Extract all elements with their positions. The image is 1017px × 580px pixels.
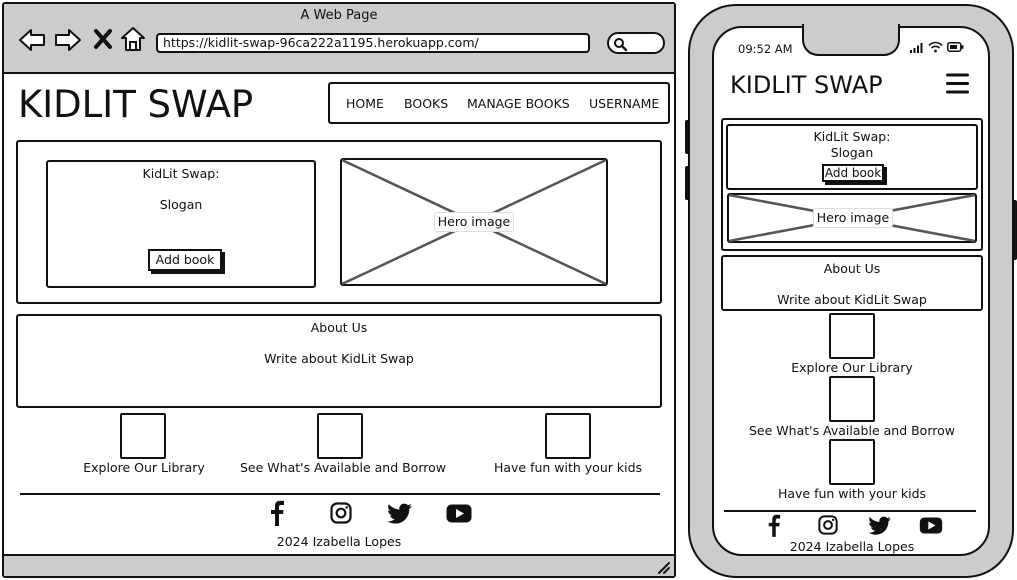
url-text: https://kidlit-swap-96ca222a1195.herokua…: [163, 35, 479, 50]
hero-image-placeholder: Hero image: [340, 158, 608, 286]
feature-icon-placeholder: [829, 439, 875, 485]
browser-status-bar: [4, 554, 674, 576]
facebook-icon[interactable]: [269, 500, 285, 526]
mobile-hero-text-box: KidLit Swap: Slogan Add book: [726, 124, 978, 190]
resize-handle-icon[interactable]: [656, 560, 670, 574]
phone-clock: 09:52 AM: [738, 42, 793, 56]
wifi-icon: [928, 41, 943, 53]
mobile-add-book-button[interactable]: Add book: [822, 164, 884, 182]
battery-icon: [947, 42, 964, 52]
hero-section: KidLit Swap: Slogan Add book Hero image: [16, 140, 662, 304]
feature-label-fun: Have fun with your kids: [493, 460, 643, 475]
feature-label-library: Explore Our Library: [83, 460, 205, 475]
add-book-button[interactable]: Add book: [148, 249, 222, 271]
search-icon: [614, 38, 628, 52]
about-text: Write about KidLit Swap: [264, 351, 414, 366]
mobile-hero-image-label: Hero image: [813, 208, 893, 228]
mobile-about-text: Write about KidLit Swap: [777, 292, 927, 307]
feature-icon-placeholder: [317, 413, 363, 459]
hero-slogan: Slogan: [159, 197, 203, 212]
youtube-icon[interactable]: [919, 517, 943, 534]
mobile-hero-section: KidLit Swap: Slogan Add book Hero image: [721, 118, 983, 251]
about-title: About Us: [310, 320, 368, 335]
instagram-icon[interactable]: [330, 502, 352, 524]
window-title: A Web Page: [300, 8, 378, 23]
instagram-icon[interactable]: [818, 515, 838, 535]
nav-books[interactable]: BOOKS: [404, 97, 448, 111]
browser-search-field[interactable]: [607, 32, 665, 54]
mobile-feature-label-library: Explore Our Library: [791, 360, 913, 375]
nav-bar: HOME BOOKS MANAGE BOOKS USERNAME: [328, 82, 670, 124]
url-bar[interactable]: https://kidlit-swap-96ca222a1195.herokua…: [156, 33, 590, 53]
mobile-hero-image-placeholder: Hero image: [727, 193, 977, 243]
forward-icon[interactable]: [54, 28, 82, 52]
feature-icon-placeholder: [545, 413, 591, 459]
mobile-about-title: About Us: [823, 261, 881, 276]
phone-side-button: [685, 166, 690, 200]
feature-icon-placeholder: [829, 313, 875, 359]
twitter-icon[interactable]: [868, 516, 892, 536]
twitter-icon[interactable]: [387, 503, 413, 525]
mobile-site-logo[interactable]: KIDLIT SWAP: [730, 71, 883, 99]
mobile-feature-label-fun: Have fun with your kids: [777, 486, 927, 501]
mobile-hero-title: KidLit Swap:: [813, 129, 891, 144]
nav-username[interactable]: USERNAME: [589, 97, 659, 111]
hero-text-box: KidLit Swap: Slogan Add book: [46, 160, 316, 288]
mobile-footer-copyright: 2024 Izabella Lopes: [789, 539, 915, 554]
close-icon[interactable]: [94, 29, 112, 49]
about-section: About Us Write about KidLit Swap: [16, 314, 662, 408]
nav-manage-books[interactable]: MANAGE BOOKS: [467, 97, 570, 111]
youtube-icon[interactable]: [446, 504, 472, 523]
nav-home[interactable]: HOME: [346, 97, 384, 111]
mobile-feature-label-borrow: See What's Available and Borrow: [749, 423, 955, 438]
facebook-icon[interactable]: [767, 514, 781, 537]
feature-icon-placeholder: [829, 376, 875, 422]
footer-copyright: 2024 Izabella Lopes: [276, 534, 402, 549]
mobile-about-section: About Us Write about KidLit Swap: [721, 255, 983, 311]
site-logo[interactable]: KIDLIT SWAP: [18, 84, 253, 126]
back-icon[interactable]: [18, 28, 46, 52]
home-icon[interactable]: [120, 26, 146, 52]
feature-label-borrow: See What's Available and Borrow: [240, 460, 446, 475]
browser-window: A Web Page https://kidlit-swap-96ca222a1…: [2, 2, 676, 578]
phone-notch: [802, 24, 900, 56]
hero-title: KidLit Swap:: [142, 166, 220, 181]
feature-icon-placeholder: [120, 413, 166, 459]
mobile-hero-slogan: Slogan: [830, 145, 874, 160]
phone-side-button: [685, 120, 690, 154]
mobile-footer-divider: [724, 510, 976, 512]
hero-image-label: Hero image: [434, 212, 514, 232]
signal-icon: [910, 43, 923, 53]
footer-divider: [20, 493, 660, 495]
phone-side-button: [1012, 200, 1017, 260]
hamburger-icon[interactable]: [946, 73, 969, 94]
